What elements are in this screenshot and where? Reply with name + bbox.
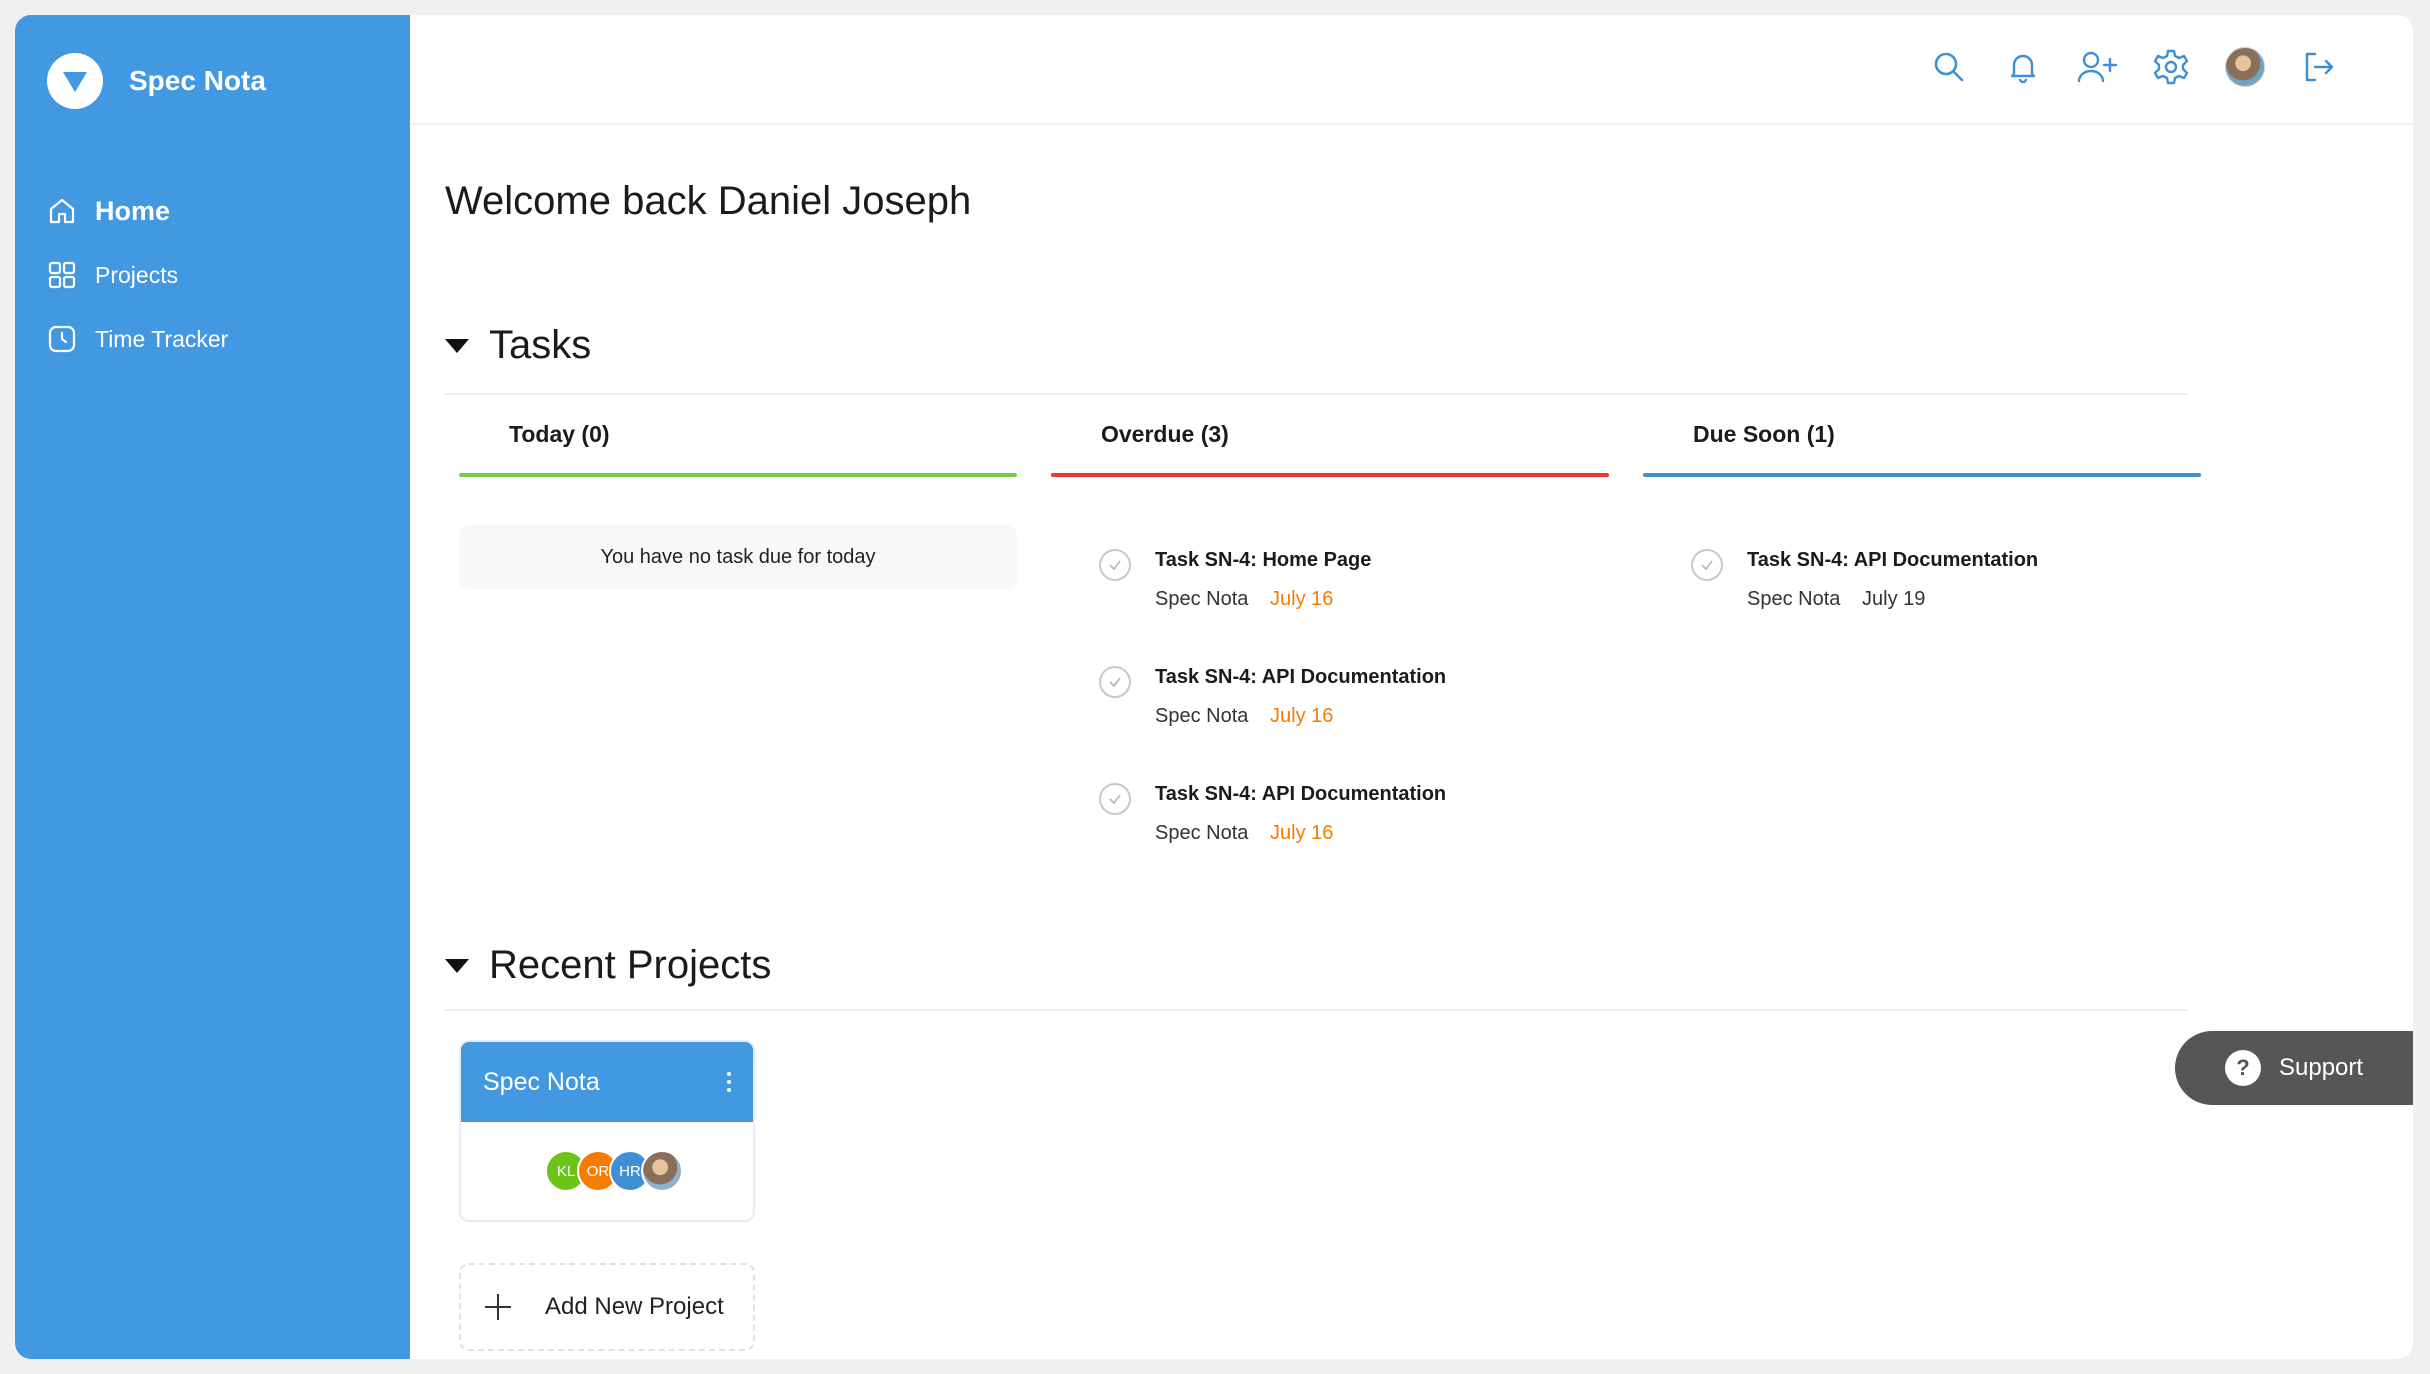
support-label: Support [2279,1054,2364,1081]
task-item[interactable]: Task SN-4: API Documentation Spec Nota J… [1051,652,1609,769]
tab-label: Today (0) [509,421,610,447]
sidebar-item-label: Projects [95,261,179,288]
top-actions [1899,43,2343,91]
task-title: Task SN-4: API Documentation [1155,666,1447,688]
tasks-section-header: Tasks [445,323,591,368]
app-name: Spec Nota [129,65,266,96]
user-avatar-image [2225,47,2265,87]
task-column-due-soon: Due Soon (1) Task SN-4: API Documentatio… [1643,395,2201,652]
empty-state-message: You have no task due for today [459,525,1017,589]
project-members: KL OR HR [545,1150,683,1192]
tab-overdue[interactable]: Overdue (3) [1051,395,1609,477]
task-due-date: July 16 [1270,822,1334,844]
tab-underline [459,473,1017,477]
tab-due-soon[interactable]: Due Soon (1) [1643,395,2201,477]
project-card[interactable]: Spec Nota KL OR HR [459,1040,755,1222]
question-icon: ? [2225,1050,2261,1086]
collapse-caret-icon[interactable] [445,958,469,973]
avatar[interactable] [2221,43,2269,91]
collapse-caret-icon[interactable] [445,338,469,353]
checkmark-circle-icon[interactable] [1099,783,1131,815]
task-due-date: July 16 [1270,588,1334,610]
task-item[interactable]: Task SN-4: Home Page Spec Nota July 16 [1051,535,1609,652]
task-due-date: July 19 [1862,588,1926,610]
task-title: Task SN-4: Home Page [1155,549,1372,571]
home-icon [45,194,79,228]
bell-icon[interactable] [1999,43,2047,91]
task-due-date: July 16 [1270,705,1334,727]
task-title: Task SN-4: API Documentation [1747,549,2039,571]
project-card-header: Spec Nota [461,1042,753,1122]
tab-underline [1643,473,2201,477]
top-bar [410,15,2413,125]
support-button[interactable]: ? Support [2175,1031,2413,1105]
add-user-icon[interactable] [2073,43,2121,91]
tab-label: Overdue (3) [1101,421,1229,447]
clock-icon [45,322,79,356]
sidebar-item-home[interactable]: Home [45,193,228,229]
task-project: Spec Nota [1155,705,1249,727]
section-title: Tasks [489,323,592,367]
section-title: Recent Projects [489,943,772,987]
add-project-label: Add New Project [545,1293,724,1320]
divider [445,1009,2187,1011]
logo-icon [47,53,103,109]
sidebar-item-time-tracker[interactable]: Time Tracker [45,321,228,357]
sidebar-item-label: Home [95,195,171,226]
gear-icon[interactable] [2147,43,2195,91]
brand[interactable]: Spec Nota [47,53,266,109]
sidebar-item-label: Time Tracker [95,325,229,352]
task-item[interactable]: Task SN-4: API Documentation Spec Nota J… [1643,535,2201,652]
tab-today[interactable]: Today (0) [459,395,1017,477]
task-column-overdue: Overdue (3) Task SN-4: Home Page Spec No… [1051,395,1609,886]
add-project-button[interactable]: Add New Project [459,1263,755,1351]
kebab-menu-icon[interactable] [719,1062,739,1102]
recent-projects-section-header: Recent Projects [445,943,771,988]
app-window: Spec Nota Home Projects Time Tracker Wel… [15,15,2413,1359]
checkmark-circle-icon[interactable] [1691,549,1723,581]
logout-icon[interactable] [2295,43,2343,91]
task-title: Task SN-4: API Documentation [1155,783,1447,805]
task-project: Spec Nota [1747,588,1841,610]
search-icon[interactable] [1925,43,1973,91]
task-column-today: Today (0) You have no task due for today [459,395,1017,589]
sidebar-item-projects[interactable]: Projects [45,257,228,293]
tab-label: Due Soon (1) [1693,421,1835,447]
task-project: Spec Nota [1155,588,1249,610]
checkmark-circle-icon[interactable] [1099,549,1131,581]
tab-underline [1051,473,1609,477]
page-title: Welcome back Daniel Joseph [445,179,972,223]
member-avatar-photo[interactable] [641,1150,683,1192]
task-item[interactable]: Task SN-4: API Documentation Spec Nota J… [1051,769,1609,886]
checkmark-circle-icon[interactable] [1099,666,1131,698]
sidebar: Spec Nota Home Projects Time Tracker [15,15,410,1359]
grid-icon [45,258,79,292]
project-name: Spec Nota [483,1068,600,1096]
task-project: Spec Nota [1155,822,1249,844]
plus-icon [483,1292,513,1322]
sidebar-nav: Home Projects Time Tracker [45,193,228,385]
